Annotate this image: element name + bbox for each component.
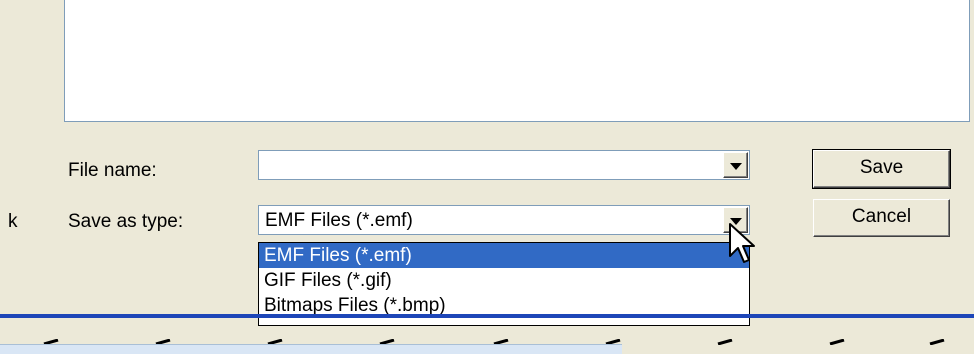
save-button[interactable]: Save (812, 149, 951, 189)
save-as-type-label: Save as type: (68, 211, 184, 232)
file-name-dropdown-button[interactable] (723, 152, 748, 178)
save-as-type-combo[interactable]: EMF Files (*.emf) (258, 205, 750, 235)
file-list-pane[interactable] (64, 0, 970, 122)
bottom-panel (0, 344, 622, 354)
partial-label: k (8, 211, 18, 232)
save-as-type-value: EMF Files (*.emf) (265, 210, 413, 231)
chevron-down-icon (730, 163, 742, 170)
divider-line (0, 314, 974, 318)
mouse-pointer-icon (729, 223, 755, 263)
file-name-label: File name: (68, 160, 157, 181)
cancel-button[interactable]: Cancel (813, 199, 950, 237)
dropdown-option-gif[interactable]: GIF Files (*.gif) (259, 268, 749, 293)
file-name-combo[interactable] (258, 150, 750, 180)
dropdown-option-emf[interactable]: EMF Files (*.emf) (259, 243, 749, 268)
